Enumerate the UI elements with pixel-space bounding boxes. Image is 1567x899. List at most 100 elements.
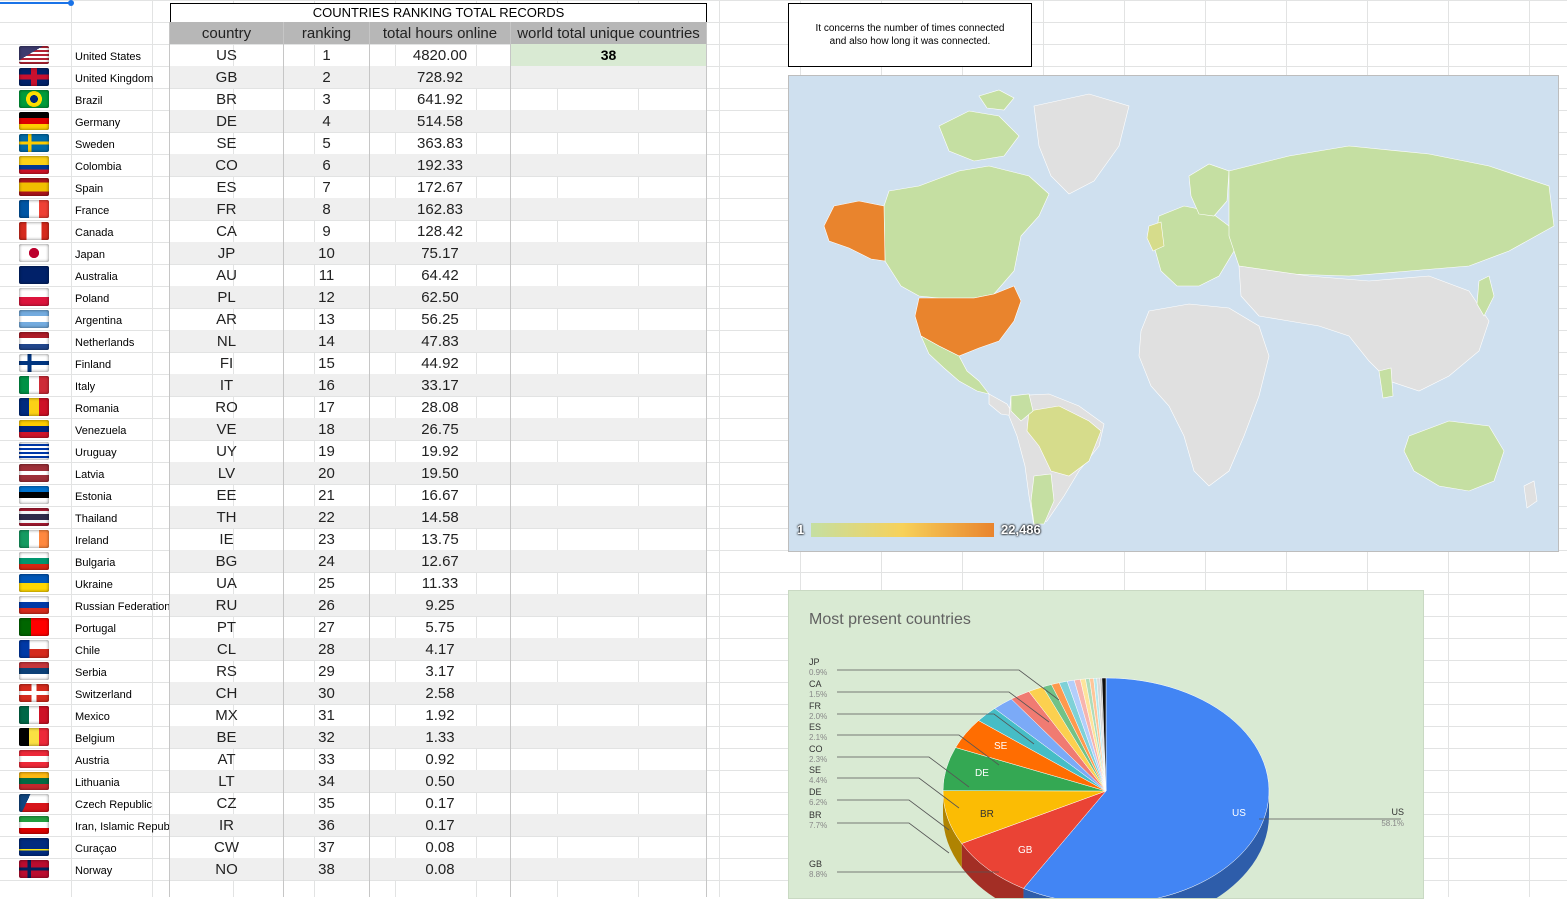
table-row[interactable]: Chile CL 28 4.17 bbox=[0, 638, 707, 660]
country-name-cell[interactable]: Russian Federation bbox=[75, 601, 169, 613]
table-row[interactable]: Estonia EE 21 16.67 bbox=[0, 484, 707, 506]
hours-cell[interactable]: 172.67 bbox=[370, 176, 510, 198]
world-cell[interactable] bbox=[511, 858, 706, 880]
country-code-cell[interactable]: LT bbox=[170, 770, 283, 792]
world-cell[interactable] bbox=[511, 682, 706, 704]
country-name-cell[interactable]: Switzerland bbox=[75, 689, 169, 701]
note-box[interactable]: It concerns the number of times connecte… bbox=[788, 3, 1032, 67]
country-name-cell[interactable]: Poland bbox=[75, 293, 169, 305]
world-cell[interactable] bbox=[511, 88, 706, 110]
country-code-cell[interactable]: DE bbox=[170, 110, 283, 132]
ranking-cell[interactable]: 12 bbox=[284, 286, 369, 308]
table-row[interactable]: Czech Republic CZ 35 0.17 bbox=[0, 792, 707, 814]
country-name-cell[interactable]: Uruguay bbox=[75, 447, 169, 459]
table-row[interactable]: Curaçao CW 37 0.08 bbox=[0, 836, 707, 858]
world-cell[interactable] bbox=[511, 440, 706, 462]
country-code-cell[interactable]: CW bbox=[170, 836, 283, 858]
country-code-cell[interactable]: FR bbox=[170, 198, 283, 220]
country-code-cell[interactable]: US bbox=[170, 44, 283, 66]
country-name-cell[interactable]: Romania bbox=[75, 403, 169, 415]
header-world-unique[interactable]: world total unique countries bbox=[511, 22, 706, 44]
world-cell[interactable] bbox=[511, 770, 706, 792]
country-name-cell[interactable]: Czech Republic bbox=[75, 799, 169, 811]
ranking-cell[interactable]: 32 bbox=[284, 726, 369, 748]
ranking-cell[interactable]: 24 bbox=[284, 550, 369, 572]
country-code-cell[interactable]: VE bbox=[170, 418, 283, 440]
hours-cell[interactable]: 75.17 bbox=[370, 242, 510, 264]
ranking-cell[interactable]: 26 bbox=[284, 594, 369, 616]
table-row[interactable]: Finland FI 15 44.92 bbox=[0, 352, 707, 374]
country-code-cell[interactable]: SE bbox=[170, 132, 283, 154]
table-row[interactable]: Australia AU 11 64.42 bbox=[0, 264, 707, 286]
country-name-cell[interactable]: Thailand bbox=[75, 513, 169, 525]
table-row[interactable]: Bulgaria BG 24 12.67 bbox=[0, 550, 707, 572]
country-code-cell[interactable]: NO bbox=[170, 858, 283, 880]
hours-cell[interactable]: 0.17 bbox=[370, 814, 510, 836]
country-code-cell[interactable]: EE bbox=[170, 484, 283, 506]
table-row[interactable]: Latvia LV 20 19.50 bbox=[0, 462, 707, 484]
table-row[interactable]: Netherlands NL 14 47.83 bbox=[0, 330, 707, 352]
country-name-cell[interactable]: Brazil bbox=[75, 95, 169, 107]
country-code-cell[interactable]: ES bbox=[170, 176, 283, 198]
country-code-cell[interactable]: MX bbox=[170, 704, 283, 726]
ranking-cell[interactable]: 15 bbox=[284, 352, 369, 374]
world-cell[interactable] bbox=[511, 748, 706, 770]
ranking-cell[interactable]: 23 bbox=[284, 528, 369, 550]
world-cell[interactable] bbox=[511, 484, 706, 506]
table-row[interactable]: Colombia CO 6 192.33 bbox=[0, 154, 707, 176]
ranking-cell[interactable]: 11 bbox=[284, 264, 369, 286]
ranking-cell[interactable]: 6 bbox=[284, 154, 369, 176]
table-row[interactable]: Ireland IE 23 13.75 bbox=[0, 528, 707, 550]
hours-cell[interactable]: 19.92 bbox=[370, 440, 510, 462]
country-code-cell[interactable]: CO bbox=[170, 154, 283, 176]
country-name-cell[interactable]: Finland bbox=[75, 359, 169, 371]
world-cell[interactable] bbox=[511, 506, 706, 528]
table-row[interactable]: Thailand TH 22 14.58 bbox=[0, 506, 707, 528]
country-name-cell[interactable]: United Kingdom bbox=[75, 73, 169, 85]
ranking-cell[interactable]: 10 bbox=[284, 242, 369, 264]
table-row[interactable]: Brazil BR 3 641.92 bbox=[0, 88, 707, 110]
world-cell[interactable] bbox=[511, 374, 706, 396]
ranking-cell[interactable]: 28 bbox=[284, 638, 369, 660]
ranking-cell[interactable]: 9 bbox=[284, 220, 369, 242]
ranking-cell[interactable]: 17 bbox=[284, 396, 369, 418]
hours-cell[interactable]: 1.33 bbox=[370, 726, 510, 748]
hours-cell[interactable]: 28.08 bbox=[370, 396, 510, 418]
ranking-cell[interactable]: 34 bbox=[284, 770, 369, 792]
hours-cell[interactable]: 3.17 bbox=[370, 660, 510, 682]
world-cell[interactable] bbox=[511, 110, 706, 132]
ranking-cell[interactable]: 20 bbox=[284, 462, 369, 484]
hours-cell[interactable]: 514.58 bbox=[370, 110, 510, 132]
ranking-cell[interactable]: 22 bbox=[284, 506, 369, 528]
table-row[interactable]: United Kingdom GB 2 728.92 bbox=[0, 66, 707, 88]
world-cell[interactable] bbox=[511, 814, 706, 836]
world-cell[interactable] bbox=[511, 308, 706, 330]
table-row[interactable]: Canada CA 9 128.42 bbox=[0, 220, 707, 242]
table-row[interactable]: Venezuela VE 18 26.75 bbox=[0, 418, 707, 440]
world-cell[interactable] bbox=[511, 836, 706, 858]
table-row[interactable]: Lithuania LT 34 0.50 bbox=[0, 770, 707, 792]
ranking-cell[interactable]: 7 bbox=[284, 176, 369, 198]
hours-cell[interactable]: 64.42 bbox=[370, 264, 510, 286]
table-row[interactable]: Russian Federation RU 26 9.25 bbox=[0, 594, 707, 616]
table-row[interactable]: Mexico MX 31 1.92 bbox=[0, 704, 707, 726]
hours-cell[interactable]: 2.58 bbox=[370, 682, 510, 704]
country-code-cell[interactable]: FI bbox=[170, 352, 283, 374]
hours-cell[interactable]: 13.75 bbox=[370, 528, 510, 550]
hours-cell[interactable]: 47.83 bbox=[370, 330, 510, 352]
ranking-cell[interactable]: 19 bbox=[284, 440, 369, 462]
selection-indicator[interactable] bbox=[0, 2, 72, 4]
country-name-cell[interactable]: Iran, Islamic Republic bbox=[75, 821, 169, 833]
world-cell[interactable] bbox=[511, 198, 706, 220]
pie-chart[interactable]: Most present countries US GB BR DE SE US 58.1%… bbox=[788, 590, 1424, 899]
country-code-cell[interactable]: PT bbox=[170, 616, 283, 638]
country-code-cell[interactable]: UY bbox=[170, 440, 283, 462]
country-name-cell[interactable]: Venezuela bbox=[75, 425, 169, 437]
country-name-cell[interactable]: Sweden bbox=[75, 139, 169, 151]
country-name-cell[interactable]: Canada bbox=[75, 227, 169, 239]
table-row[interactable]: Austria AT 33 0.92 bbox=[0, 748, 707, 770]
world-cell[interactable] bbox=[511, 462, 706, 484]
country-name-cell[interactable]: Serbia bbox=[75, 667, 169, 679]
ranking-cell[interactable]: 14 bbox=[284, 330, 369, 352]
country-code-cell[interactable]: GB bbox=[170, 66, 283, 88]
